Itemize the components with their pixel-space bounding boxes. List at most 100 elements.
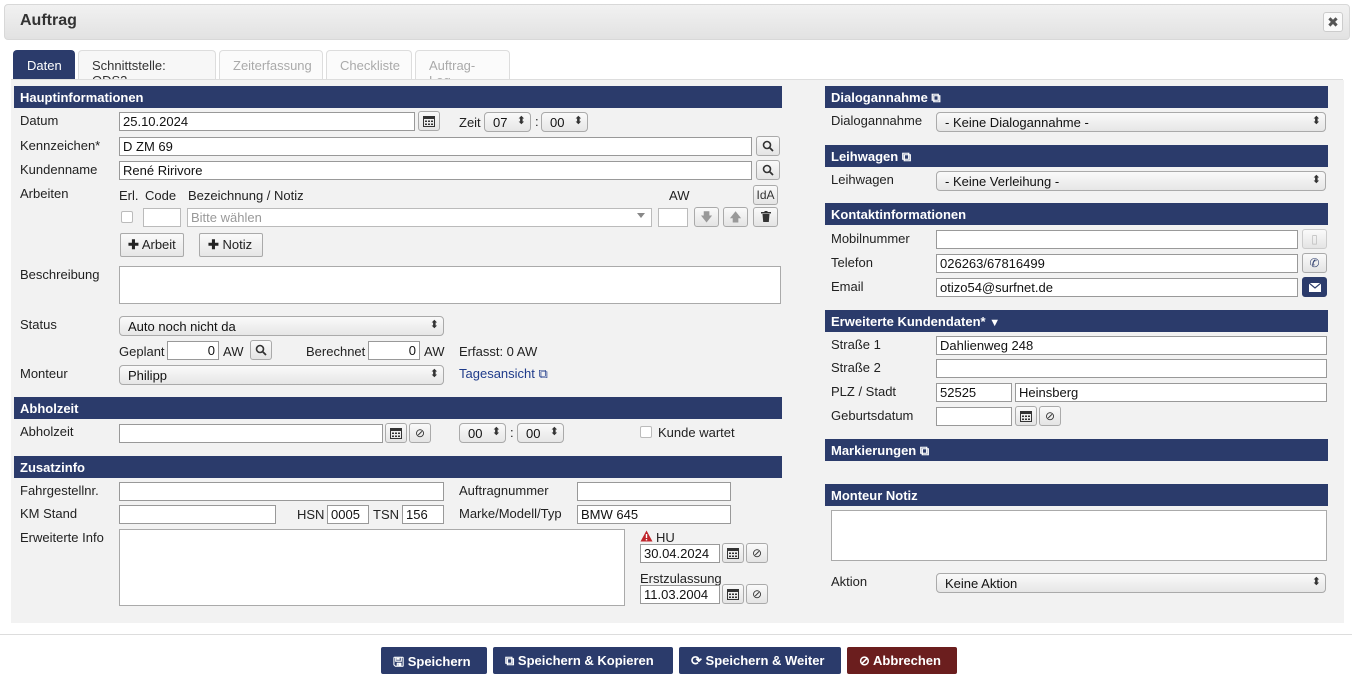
aw-input[interactable] <box>658 208 688 227</box>
trash-icon[interactable] <box>753 207 778 227</box>
leihwagen-label: Leihwagen <box>831 172 894 187</box>
auftragnummer-input[interactable] <box>577 482 731 501</box>
status-select[interactable]: Auto noch nicht da <box>119 316 444 336</box>
geburtsdatum-input[interactable] <box>936 407 1012 426</box>
external-link-icon[interactable]: ⧉ <box>902 149 911 164</box>
abholzeit-minute-select[interactable]: 00 <box>517 423 564 443</box>
plz-input[interactable]: 52525 <box>936 383 1012 402</box>
calendar-icon[interactable] <box>722 584 744 604</box>
search-icon[interactable] <box>250 340 272 360</box>
clear-icon[interactable]: ⊘ <box>746 584 768 604</box>
dialog-title: Auftrag <box>20 12 77 29</box>
add-arbeit-label: Arbeit <box>141 237 176 252</box>
calendar-icon[interactable] <box>722 543 744 563</box>
leihwagen-header-label: Leihwagen <box>831 149 899 164</box>
arrow-down-icon[interactable]: 🡇 <box>694 207 719 227</box>
beschreibung-textarea[interactable] <box>119 266 781 304</box>
stadt-input[interactable]: Heinsberg <box>1015 383 1327 402</box>
monteur-select[interactable]: Philipp <box>119 365 444 385</box>
zeit-separator: : <box>535 114 539 129</box>
kennzeichen-input[interactable]: D ZM 69 <box>119 137 752 156</box>
chevron-down-icon: ▼ <box>989 317 1001 329</box>
save-button[interactable]: 🖫 Speichern <box>381 647 487 674</box>
arbeiten-label: Arbeiten <box>20 186 69 201</box>
datum-input[interactable]: 25.10.2024 <box>119 112 415 131</box>
geplant-input[interactable]: 0 <box>167 341 219 360</box>
aktion-label: Aktion <box>831 574 868 589</box>
telefon-input[interactable]: 026263/67816499 <box>936 254 1298 273</box>
clear-icon[interactable]: ⊘ <box>1039 406 1061 426</box>
code-input[interactable] <box>143 208 181 227</box>
close-icon[interactable]: ✖ <box>1323 12 1343 32</box>
external-link-icon[interactable]: ⧉ <box>931 90 940 105</box>
email-input[interactable]: otizo54@surfnet.de <box>936 278 1298 297</box>
kundenname-input[interactable]: René Ririvore <box>119 161 752 180</box>
save-copy-button[interactable]: ⧉ Speichern & Kopieren <box>493 647 673 674</box>
erstzulassung-input[interactable]: 11.03.2004 <box>640 585 720 604</box>
aktion-select[interactable]: Keine Aktion <box>936 573 1326 593</box>
search-icon[interactable] <box>756 136 780 156</box>
strasse1-label: Straße 1 <box>831 337 881 352</box>
abholzeit-input[interactable] <box>119 424 383 443</box>
erledigt-checkbox[interactable] <box>121 211 133 223</box>
calendar-icon[interactable] <box>1015 406 1037 426</box>
ida-button[interactable]: IdA <box>753 185 778 205</box>
refresh-icon: ⟳ <box>691 653 702 668</box>
hu-input[interactable]: 30.04.2024 <box>640 544 720 563</box>
mobilnummer-input[interactable] <box>936 230 1298 249</box>
tagesansicht-label: Tagesansicht <box>459 366 535 381</box>
bezeichnung-select[interactable]: Bitte wählen <box>187 208 652 227</box>
plz-stadt-label: PLZ / Stadt <box>831 384 897 399</box>
section-zusatzinfo: Zusatzinfo <box>14 456 782 478</box>
dialogannahme-select[interactable]: - Keine Dialogannahme - <box>936 112 1326 132</box>
fahrgestell-label: Fahrgestellnr. <box>20 483 99 498</box>
hsn-label: HSN <box>297 507 325 522</box>
abholzeit-hour-select[interactable]: 00 <box>459 423 506 443</box>
erweiterte-info-label: Erweiterte Info <box>20 530 104 545</box>
save-label: Speichern <box>407 654 471 669</box>
geburtsdatum-label: Geburtsdatum <box>831 408 914 423</box>
monteur-notiz-textarea[interactable] <box>831 510 1327 561</box>
erweiterte-info-textarea[interactable] <box>119 529 625 606</box>
leihwagen-select[interactable]: - Keine Verleihung - <box>936 171 1326 191</box>
strasse1-input[interactable]: Dahlienweg 248 <box>936 336 1327 355</box>
hsn-input[interactable]: 0005 <box>327 505 369 524</box>
geplant-unit: AW <box>223 344 244 359</box>
tsn-input[interactable]: 156 <box>402 505 444 524</box>
section-erweiterte-kundendaten[interactable]: Erweiterte Kundendaten* ▼ <box>825 310 1328 332</box>
berechnet-input[interactable]: 0 <box>368 341 420 360</box>
kundenname-label: Kundenname <box>20 162 98 177</box>
add-notiz-label: Notiz <box>222 237 253 252</box>
add-notiz-button[interactable]: ✚ Notiz <box>199 233 263 257</box>
col-code: Code <box>145 188 177 203</box>
km-input[interactable] <box>119 505 276 524</box>
external-link-icon[interactable]: ⧉ <box>920 443 929 458</box>
clear-icon[interactable]: ⊘ <box>409 423 431 443</box>
plus-icon: ✚ <box>208 237 219 252</box>
erstzulassung-label: Erstzulassung <box>640 571 722 586</box>
search-icon[interactable] <box>756 160 780 180</box>
envelope-icon[interactable] <box>1302 277 1327 297</box>
cancel-button[interactable]: ⊘ Abbrechen <box>847 647 957 674</box>
zeit-hour-select[interactable]: 07 <box>484 112 531 132</box>
tab-daten[interactable]: Daten <box>13 50 75 80</box>
fahrgestell-input[interactable] <box>119 482 444 501</box>
kunde-wartet-checkbox[interactable] <box>640 426 652 438</box>
tab-schnittstelle[interactable]: Schnittstelle: ODS2 <box>78 50 216 88</box>
zeit-minute-select[interactable]: 00 <box>541 112 588 132</box>
calendar-icon[interactable] <box>385 423 407 443</box>
add-arbeit-button[interactable]: ✚ Arbeit <box>120 233 184 257</box>
marke-input[interactable]: BMW 645 <box>577 505 731 524</box>
arrow-up-icon[interactable]: 🡅 <box>723 207 748 227</box>
tab-checkliste: Checkliste <box>326 50 412 80</box>
section-kontaktinformationen: Kontaktinformationen <box>825 203 1328 225</box>
tagesansicht-link[interactable]: Tagesansicht ⧉ <box>459 366 548 382</box>
clear-icon[interactable]: ⊘ <box>746 543 768 563</box>
calendar-icon[interactable] <box>418 111 440 131</box>
dialogannahme-label: Dialogannahme <box>831 113 923 128</box>
strasse2-label: Straße 2 <box>831 360 881 375</box>
auftragnummer-label: Auftragnummer <box>459 483 549 498</box>
strasse2-input[interactable] <box>936 359 1327 378</box>
phone-icon[interactable]: ✆ <box>1302 253 1327 273</box>
save-next-button[interactable]: ⟳ Speichern & Weiter <box>679 647 841 674</box>
